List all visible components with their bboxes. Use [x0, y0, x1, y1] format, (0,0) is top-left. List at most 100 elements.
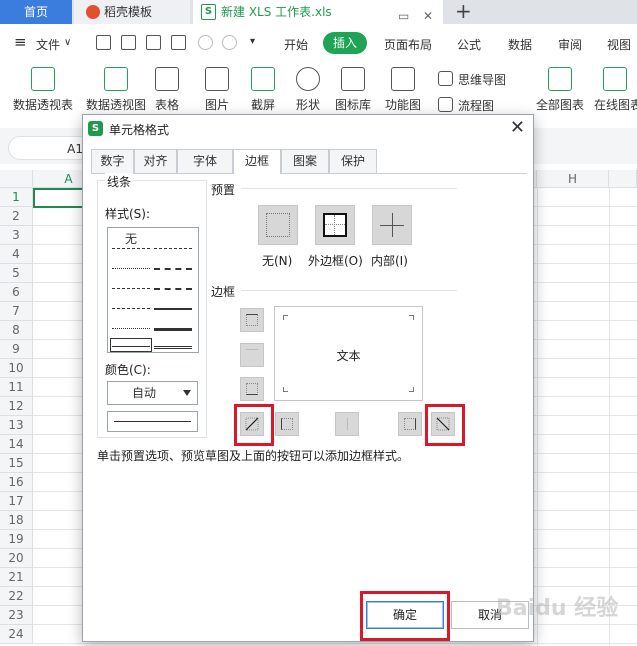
row-header[interactable]: 19 [0, 530, 33, 549]
row-header[interactable]: 23 [0, 606, 33, 625]
line-style-option[interactable] [112, 328, 150, 329]
row-header[interactable]: 3 [0, 226, 33, 245]
function-chart-button[interactable]: 功能图 [380, 64, 426, 114]
table-button[interactable]: 表格 [151, 64, 183, 114]
shape-button[interactable]: 形状 [288, 64, 328, 114]
new-tab-icon[interactable]: + [455, 0, 472, 22]
menu-data[interactable]: 数据 [508, 36, 532, 53]
picture-button[interactable]: 图片 [198, 64, 236, 114]
mind-map-button[interactable]: 思维导图 [438, 68, 520, 90]
row-header[interactable]: 5 [0, 264, 33, 283]
tab-pattern[interactable]: 图案 [281, 149, 329, 173]
line-style-option[interactable] [154, 308, 192, 310]
more-icon[interactable]: ▾ [250, 36, 255, 47]
preset-none-button[interactable] [258, 205, 298, 245]
line-style-option[interactable] [154, 346, 192, 349]
menu-start[interactable]: 开始 [284, 36, 308, 53]
pivot-chart-button[interactable]: 数据透视图 [83, 64, 149, 114]
screenshot-button[interactable]: 截屏 [243, 64, 283, 114]
menu-file[interactable]: 文件 [36, 36, 60, 53]
border-right-button[interactable] [398, 412, 422, 436]
undo-icon[interactable] [198, 35, 213, 50]
line-style-option[interactable] [112, 248, 150, 249]
tab-file[interactable]: S 新建 XLS 工作表.xls ▭ ✕ [193, 0, 443, 24]
icon-library-button[interactable]: 图标库 [333, 64, 373, 114]
line-style-option[interactable] [112, 268, 150, 269]
row-header[interactable]: 9 [0, 340, 33, 359]
row-header[interactable]: 22 [0, 587, 33, 606]
row-header[interactable]: 10 [0, 359, 33, 378]
row-header[interactable]: 14 [0, 435, 33, 454]
select-all-corner[interactable] [0, 170, 33, 188]
close-icon[interactable]: ✕ [510, 118, 525, 138]
row-header[interactable]: 8 [0, 321, 33, 340]
picture-icon [205, 67, 229, 91]
line-style-option[interactable] [154, 248, 192, 249]
tab-font[interactable]: 字体 [177, 149, 233, 173]
row-header[interactable]: 20 [0, 549, 33, 568]
row-header[interactable]: 16 [0, 473, 33, 492]
print-preview-icon[interactable] [171, 35, 186, 50]
menu-formula[interactable]: 公式 [457, 36, 481, 53]
line-style-list[interactable]: 无 [107, 227, 199, 353]
export-icon[interactable] [121, 35, 136, 50]
online-chart-button[interactable]: 在线图表 [592, 64, 637, 114]
row-header[interactable]: 21 [0, 568, 33, 587]
all-charts-button[interactable]: 全部图表 [532, 64, 588, 114]
flowchart-button[interactable]: 流程图 [438, 94, 520, 116]
function-chart-label: 功能图 [384, 98, 421, 112]
preset-outline-button[interactable] [315, 205, 355, 245]
tab-alignment[interactable]: 对齐 [134, 149, 177, 173]
tab-strip: 首页 稻壳模板 S 新建 XLS 工作表.xls ▭ ✕ + [0, 0, 637, 24]
ok-button[interactable]: 确定 [366, 601, 444, 629]
menu-insert[interactable]: 插入 [323, 32, 367, 54]
pivot-table-button[interactable]: 数据透视表 [10, 64, 76, 114]
row-header[interactable]: 11 [0, 378, 33, 397]
row-header[interactable]: 1 [0, 188, 33, 207]
column-header-h[interactable]: H [537, 170, 609, 188]
row-header[interactable]: 6 [0, 283, 33, 302]
redo-icon[interactable] [222, 35, 237, 50]
preset-inside-button[interactable] [372, 205, 412, 245]
menu-view[interactable]: 视图 [607, 36, 631, 53]
print-icon[interactable] [146, 35, 161, 50]
preset-outline-label: 外边框(O) [308, 254, 363, 268]
tab-protection[interactable]: 保护 [329, 149, 377, 173]
line-style-none[interactable]: 无 [125, 230, 137, 247]
line-style-option[interactable] [154, 328, 192, 331]
tab-home[interactable]: 首页 [0, 0, 72, 24]
line-style-option[interactable] [112, 288, 150, 289]
border-bottom-button[interactable] [240, 377, 264, 401]
row-header[interactable]: 7 [0, 302, 33, 321]
all-charts-label: 全部图表 [535, 98, 584, 112]
row-header[interactable]: 24 [0, 625, 33, 644]
row-header[interactable]: 2 [0, 207, 33, 226]
border-preview[interactable]: 文本 [274, 306, 423, 401]
cell-reference-box[interactable]: A1 [8, 136, 92, 160]
tab-number[interactable]: 数字 [91, 149, 134, 173]
picture-label: 图片 [204, 98, 229, 112]
color-select[interactable]: 自动 [107, 381, 198, 405]
row-header[interactable]: 13 [0, 416, 33, 435]
tab-border[interactable]: 边框 [233, 149, 281, 174]
row-header[interactable]: 18 [0, 511, 33, 530]
row-header[interactable]: 15 [0, 454, 33, 473]
hamburger-icon[interactable]: ≡ [14, 33, 27, 51]
border-middle-vertical-button[interactable] [335, 412, 359, 436]
tab-template[interactable]: 稻壳模板 [74, 0, 190, 24]
border-left-button[interactable] [275, 412, 299, 436]
save-icon[interactable] [96, 35, 111, 50]
chevron-down-icon[interactable]: ∨ [64, 37, 71, 48]
dialog-title-bar[interactable]: S 单元格格式 ✕ [83, 115, 533, 143]
row-header[interactable]: 17 [0, 492, 33, 511]
row-header[interactable]: 12 [0, 397, 33, 416]
line-style-option[interactable] [154, 288, 192, 290]
line-style-option[interactable] [112, 308, 150, 309]
screenshot-icon [251, 67, 275, 91]
menu-page-layout[interactable]: 页面布局 [384, 36, 432, 53]
border-top-button[interactable] [240, 308, 264, 332]
menu-review[interactable]: 审阅 [558, 36, 582, 53]
line-style-option[interactable] [154, 268, 192, 270]
row-header[interactable]: 4 [0, 245, 33, 264]
border-middle-horizontal-button[interactable] [240, 343, 264, 367]
